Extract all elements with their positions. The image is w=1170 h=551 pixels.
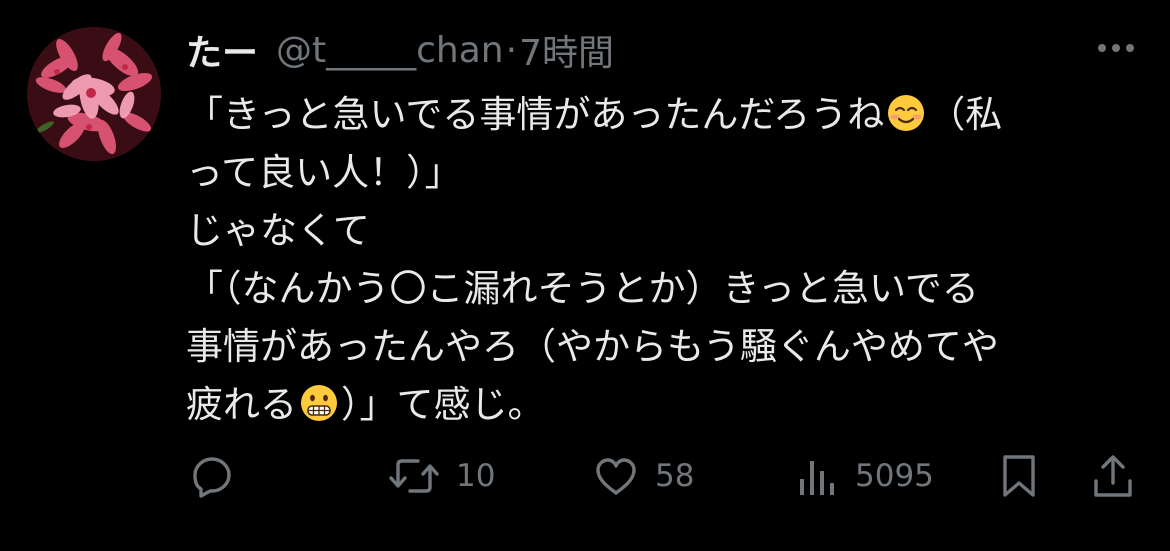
tweet-header: たー @t_____chan · 7時間	[186, 24, 614, 76]
reply-button[interactable]	[189, 452, 251, 500]
text-line: 「きっと急いでる事情があったんだろうね （私	[186, 86, 1146, 144]
avatar[interactable]	[27, 27, 161, 161]
tweet[interactable]: たー @t_____chan · 7時間 「きっと急いでる事情があったんだろうね…	[0, 0, 1170, 551]
text-segment: じゃなくて	[186, 209, 370, 252]
like-count: 58	[655, 458, 695, 494]
lily-flower-image	[27, 27, 161, 161]
display-name[interactable]: たー	[186, 24, 258, 76]
retweet-button[interactable]: 10	[388, 452, 495, 500]
text-line: って良い人！）」	[186, 144, 1146, 202]
like-button[interactable]: 58	[593, 452, 694, 500]
text-line: 「（なんかう〇こ漏れそうとか）きっと急いでる	[186, 260, 1146, 318]
text-segment: ）」て感じ。	[341, 383, 545, 426]
reply-icon	[193, 457, 231, 498]
views-icon	[800, 461, 834, 495]
text-line: 疲れる ）」て感じ。	[186, 376, 1146, 434]
views-button[interactable]: 5095	[797, 452, 934, 500]
timestamp[interactable]: 7時間	[519, 24, 614, 76]
share-icon	[1094, 455, 1132, 497]
tweet-text: 「きっと急いでる事情があったんだろうね （私 って良い人！）」 じゃなくて 「（…	[186, 86, 1146, 434]
user-handle[interactable]: @t_____chan	[276, 30, 504, 71]
more-dots-icon[interactable]	[1094, 36, 1138, 60]
heart-icon	[596, 458, 636, 495]
smiling-face-emoji	[888, 95, 925, 131]
bookmark-icon	[1003, 455, 1035, 497]
text-line: 事情があったんやろ（やからもう騒ぐんやめてや	[186, 318, 1146, 376]
text-segment: （私	[928, 93, 1003, 136]
text-line: じゃなくて	[186, 202, 1146, 260]
action-bar: 10 58 5095	[0, 452, 1170, 500]
bookmark-button[interactable]	[1000, 452, 1038, 500]
separator-dot: ·	[505, 29, 518, 71]
share-button[interactable]	[1092, 452, 1134, 500]
text-segment: 事情があったんやろ（やからもう騒ぐんやめてや	[186, 325, 999, 368]
retweet-count: 10	[456, 458, 496, 494]
text-segment: って良い人！）」	[186, 151, 462, 194]
text-segment: 「（なんかう〇こ漏れそうとか）きっと急いでる	[186, 267, 979, 310]
views-count: 5095	[855, 458, 934, 494]
retweet-icon	[389, 459, 439, 493]
grimacing-face-emoji	[301, 385, 337, 421]
text-segment: 「きっと急いでる事情があったんだろうね	[186, 93, 885, 136]
text-segment: 疲れる	[186, 383, 297, 426]
